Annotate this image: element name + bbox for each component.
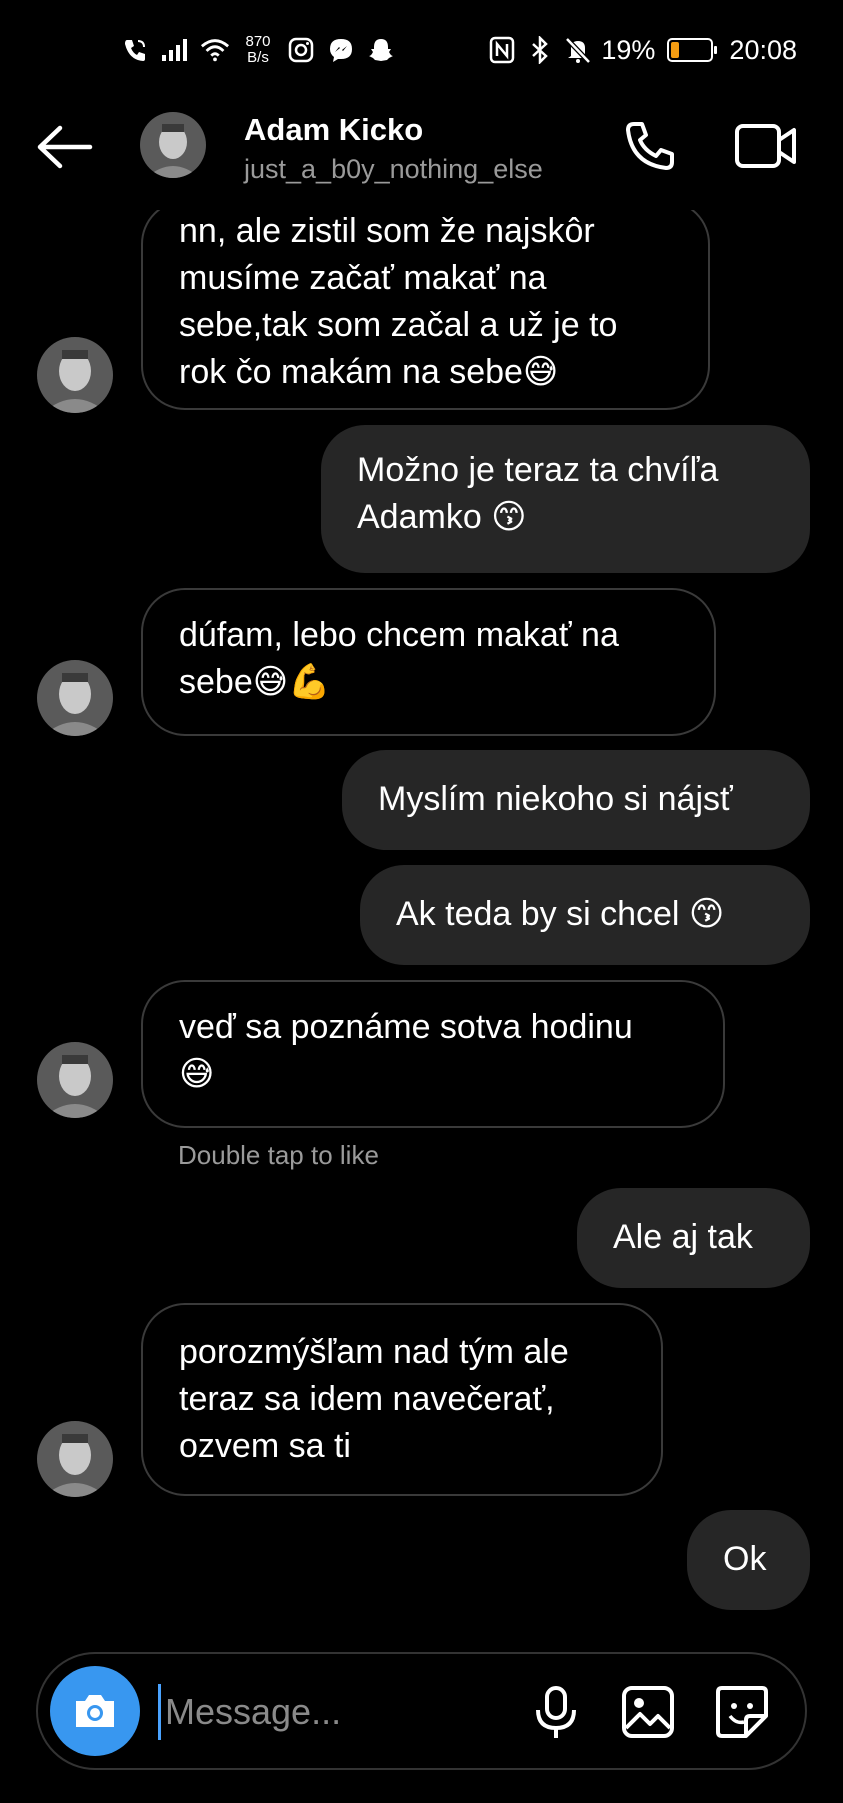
avatar[interactable] <box>37 1421 113 1497</box>
message-line: porozmýšľam nad tým ale <box>179 1333 569 1371</box>
double-tap-hint: Double tap to like <box>178 1140 379 1170</box>
clock: 20:08 <box>729 34 797 65</box>
sticker-icon[interactable] <box>712 1682 772 1742</box>
network-speed: 870 B/s <box>245 33 271 66</box>
video-call-icon[interactable] <box>734 120 798 172</box>
phone-call-icon[interactable] <box>622 118 678 174</box>
status-bar-right: 19% 20:08 <box>487 30 797 70</box>
contact-username[interactable]: just_a_b0y_nothing_else <box>244 154 543 185</box>
snapchat-icon <box>366 35 396 65</box>
avatar[interactable] <box>37 337 113 413</box>
message-bubble-outgoing[interactable]: Myslím niekoho si nájsť <box>342 750 810 850</box>
mute-icon <box>563 35 593 65</box>
status-bar: 870 B/s 19% 20:08 <box>0 0 843 100</box>
wifi-icon <box>200 35 230 65</box>
message-line: nn, ale zistil som že najskôr <box>179 212 595 250</box>
message-bubble-outgoing[interactable]: Ale aj tak <box>577 1188 810 1288</box>
signal-icon <box>160 35 190 65</box>
back-arrow-icon[interactable] <box>34 122 96 172</box>
message-line: ozvem sa ti <box>179 1427 351 1465</box>
bluetooth-icon <box>525 35 555 65</box>
message-line: Myslím niekoho si nájsť <box>378 780 733 818</box>
gallery-icon[interactable] <box>618 1682 678 1742</box>
message-line: musíme začať makať na <box>179 259 547 297</box>
camera-icon[interactable] <box>50 1666 140 1756</box>
message-thread[interactable]: nn, ale zistil som že najskôr musíme zač… <box>0 210 843 1640</box>
avatar[interactable] <box>37 1042 113 1118</box>
message-bubble-incoming[interactable]: nn, ale zistil som že najskôr musíme zač… <box>141 210 710 410</box>
message-bubble-outgoing[interactable]: Ok <box>687 1510 810 1610</box>
contact-name[interactable]: Adam Kicko <box>244 112 423 148</box>
message-bubble-incoming[interactable]: dúfam, lebo chcem makať na sebe😅💪 <box>141 588 716 736</box>
message-line: sebe,tak som začal a už je to <box>179 306 618 344</box>
message-bubble-outgoing[interactable]: Ak teda by si chcel 😙 <box>360 865 810 965</box>
battery-icon <box>667 38 718 62</box>
message-line: teraz sa idem navečerať, <box>179 1380 555 1418</box>
avatar[interactable] <box>140 112 206 178</box>
instagram-icon <box>286 35 316 65</box>
battery-percent: 19% <box>601 34 656 65</box>
message-line: 😅 <box>179 1055 215 1093</box>
message-line: Ak teda by si chcel 😙 <box>396 895 725 933</box>
battery-level <box>671 42 680 58</box>
message-composer <box>36 1652 807 1770</box>
message-line: Ale aj tak <box>613 1218 753 1256</box>
message-bubble-incoming[interactable]: porozmýšľam nad tým ale teraz sa idem na… <box>141 1303 663 1496</box>
chat-header: Adam Kicko just_a_b0y_nothing_else <box>0 100 843 210</box>
message-bubble-outgoing[interactable]: Možno je teraz ta chvíľa Adamko 😙 <box>321 425 810 573</box>
message-input[interactable] <box>158 1684 538 1740</box>
message-line: Možno je teraz ta chvíľa <box>357 451 719 489</box>
message-line: Ok <box>723 1540 767 1578</box>
message-line: veď sa poznáme sotva hodinu <box>179 1008 633 1046</box>
avatar[interactable] <box>37 660 113 736</box>
nfc-icon <box>487 35 517 65</box>
message-line: dúfam, lebo chcem makať na <box>179 616 619 654</box>
wifi-call-icon <box>120 35 150 65</box>
message-bubble-incoming[interactable]: veď sa poznáme sotva hodinu 😅 <box>141 980 725 1128</box>
microphone-icon[interactable] <box>526 1682 586 1742</box>
messenger-icon <box>326 35 356 65</box>
message-line: Adamko 😙 <box>357 498 527 536</box>
status-bar-left: 870 B/s <box>120 30 396 70</box>
message-line: rok čo makám na sebe😅 <box>179 353 559 391</box>
message-line: sebe😅💪 <box>179 663 331 701</box>
